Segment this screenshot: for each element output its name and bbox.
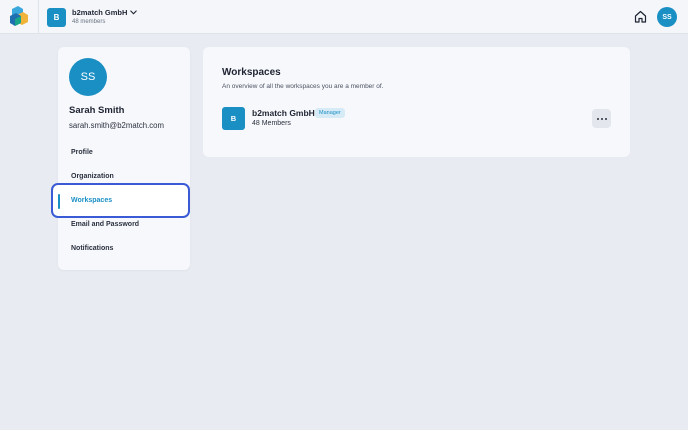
workspaces-panel: Workspaces An overview of all the worksp… — [203, 47, 630, 157]
workspace-avatar: B — [47, 7, 66, 27]
active-indicator — [58, 194, 60, 209]
workspace-row-members: 48 Members — [252, 120, 291, 127]
sidebar-item-notifications[interactable]: Notifications — [71, 245, 113, 252]
home-icon[interactable] — [634, 10, 647, 23]
page-subtitle: An overview of all the workspaces you ar… — [222, 83, 384, 90]
sidebar-item-workspaces[interactable]: Workspaces — [71, 197, 112, 204]
workspace-name: b2match GmbH — [72, 7, 128, 17]
workspace-members-count: 48 members — [72, 19, 106, 26]
sidebar-item-email-password[interactable]: Email and Password — [71, 221, 139, 228]
workspace-switcher[interactable]: B b2match GmbH 48 members — [47, 6, 138, 28]
profile-email: sarah.smith@b2match.com — [69, 121, 165, 130]
logo-divider — [38, 0, 39, 34]
sidebar-item-organization[interactable]: Organization — [71, 173, 114, 180]
user-avatar[interactable]: SS — [657, 7, 677, 27]
role-badge: Manager — [315, 108, 345, 118]
app-logo-icon[interactable] — [9, 6, 29, 27]
page-title: Workspaces — [222, 67, 281, 78]
profile-sidebar: SS Sarah Smith sarah.smith@b2match.com P… — [51, 47, 190, 270]
more-horizontal-icon — [596, 117, 599, 120]
profile-name: Sarah Smith — [69, 105, 125, 116]
chevron-down-icon — [130, 10, 138, 15]
profile-avatar: SS — [69, 58, 107, 96]
workspace-row-avatar: B — [222, 107, 245, 130]
workspace-row-name[interactable]: b2match GmbH — [252, 108, 315, 118]
top-bar: B b2match GmbH 48 members SS — [0, 0, 688, 34]
sidebar-item-profile[interactable]: Profile — [71, 149, 93, 156]
more-options-button[interactable] — [592, 109, 611, 128]
